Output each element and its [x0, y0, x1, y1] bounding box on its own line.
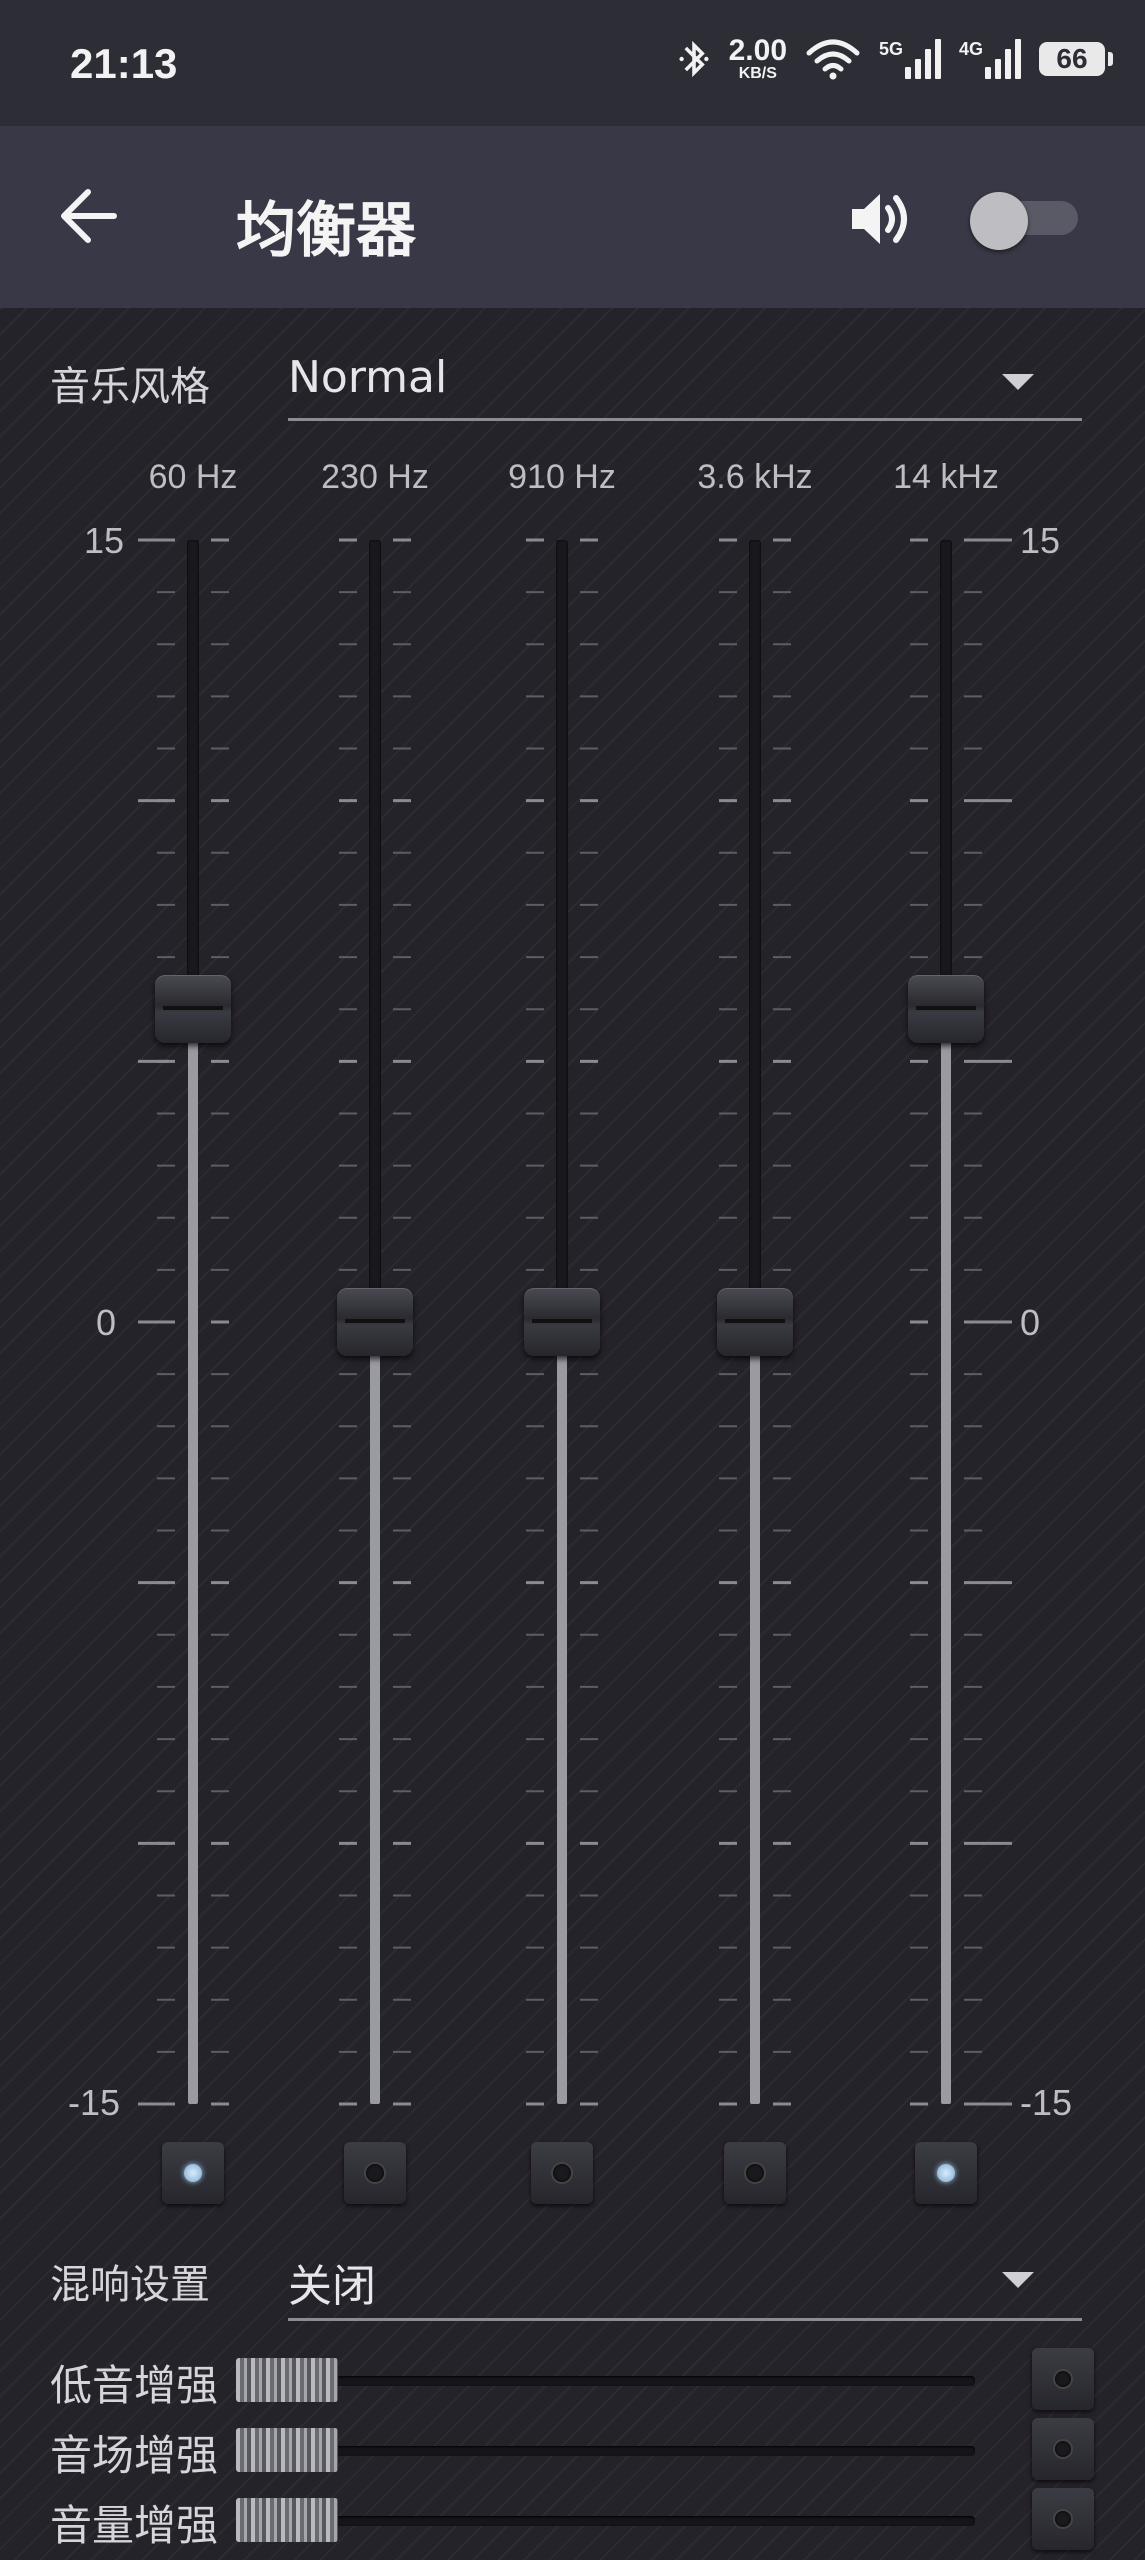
equalizer-enable-toggle[interactable] — [970, 192, 1078, 250]
signal-4g-icon: 4G — [959, 39, 1021, 79]
loudness-boost-track[interactable] — [240, 2516, 975, 2526]
reverb-dropdown[interactable]: 关闭 — [288, 2250, 1082, 2321]
led-indicator — [746, 2164, 764, 2182]
band-slider-track-lower[interactable] — [557, 1322, 567, 2104]
page-title: 均衡器 — [236, 196, 416, 266]
scale-min-left: -15 — [68, 2082, 121, 2123]
band-freq-label: 910 Hz — [508, 458, 616, 496]
bass-boost-track[interactable] — [240, 2376, 975, 2386]
toggle-thumb — [970, 192, 1028, 250]
signal-4g-label: 4G — [959, 39, 984, 59]
status-icons: 2.00 KB/S 5G 4G 66 — [677, 36, 1113, 82]
status-time: 21:13 — [70, 40, 178, 87]
virtualizer-track[interactable] — [240, 2446, 975, 2456]
led-indicator — [553, 2164, 571, 2182]
preset-dropdown[interactable]: Normal — [288, 352, 1082, 421]
band-lock-button[interactable] — [344, 2142, 406, 2204]
band-freq-label: 3.6 kHz — [697, 458, 813, 496]
bass-boost-row: 低音增强 — [0, 2348, 1145, 2410]
back-arrow-icon[interactable] — [52, 176, 132, 256]
chevron-down-icon — [1002, 2272, 1034, 2288]
virtualizer-row: 音场增强 — [0, 2418, 1145, 2480]
network-speed-unit: KB/S — [738, 65, 777, 82]
status-bar: 21:13 2.00 KB/S 5G 4G 66 — [0, 0, 1145, 126]
led-indicator — [1055, 2371, 1071, 2387]
app-bar: 均衡器 — [0, 126, 1145, 308]
led-indicator — [937, 2164, 955, 2182]
band-slider-track-lower[interactable] — [188, 1009, 198, 2104]
band-slider-track-lower[interactable] — [941, 1009, 951, 2104]
loudness-boost-label: 音量增强 — [50, 2501, 219, 2550]
band-lock-button[interactable] — [915, 2142, 977, 2204]
battery-icon: 66 — [1039, 42, 1113, 76]
chevron-down-icon — [1002, 374, 1034, 390]
network-speed: 2.00 KB/S — [729, 36, 787, 82]
virtualizer-knob[interactable] — [236, 2428, 338, 2472]
led-indicator — [184, 2164, 202, 2182]
band-slider-knob[interactable] — [524, 1288, 600, 1356]
band-freq-label: 60 Hz — [148, 458, 238, 496]
reverb-value: 关闭 — [288, 2261, 376, 2312]
scale-ticks — [138, 538, 1012, 2106]
band-lock-button[interactable] — [162, 2142, 224, 2204]
volume-icon[interactable] — [846, 184, 916, 254]
wifi-icon — [806, 39, 860, 80]
loudness-boost-knob[interactable] — [236, 2498, 338, 2542]
band-freq-label: 230 Hz — [321, 458, 429, 496]
band-lock-button[interactable] — [531, 2142, 593, 2204]
scale-mid-right: 0 — [1020, 1302, 1041, 1343]
bass-boost-button[interactable] — [1032, 2348, 1094, 2410]
reverb-label: 混响设置 — [50, 2262, 210, 2308]
virtualizer-button[interactable] — [1032, 2418, 1094, 2480]
network-speed-value: 2.00 — [728, 34, 787, 67]
band-slider-track-upper[interactable] — [749, 540, 761, 1322]
band-slider-track-lower[interactable] — [370, 1322, 380, 2104]
virtualizer-label: 音场增强 — [50, 2431, 219, 2480]
signal-5g-label: 5G — [879, 39, 904, 59]
preset-value: Normal — [288, 352, 448, 403]
band-slider-track-upper[interactable] — [940, 540, 952, 1010]
bass-boost-knob[interactable] — [236, 2358, 338, 2402]
band-slider-knob[interactable] — [155, 975, 231, 1044]
band-slider-track-upper[interactable] — [369, 540, 381, 1322]
band-slider-track-upper[interactable] — [187, 540, 199, 1010]
scale-min-right: -15 — [1020, 2082, 1073, 2123]
band-slider-knob[interactable] — [908, 975, 984, 1044]
band-freq-label: 14 kHz — [893, 458, 999, 496]
led-indicator — [366, 2164, 384, 2182]
scale-mid-left: 0 — [96, 1302, 117, 1343]
band-slider-knob[interactable] — [717, 1288, 793, 1356]
bluetooth-icon — [679, 40, 709, 78]
loudness-boost-button[interactable] — [1032, 2488, 1094, 2550]
band-slider-knob[interactable] — [337, 1288, 413, 1356]
band-lock-button[interactable] — [724, 2142, 786, 2204]
signal-5g-icon: 5G — [879, 39, 941, 79]
preset-label: 音乐风格 — [50, 364, 210, 410]
band-slider-track-upper[interactable] — [556, 540, 568, 1322]
battery-level: 66 — [1056, 43, 1088, 74]
band-slider-track-lower[interactable] — [750, 1322, 760, 2104]
led-indicator — [1055, 2441, 1071, 2457]
led-indicator — [1055, 2511, 1071, 2527]
loudness-boost-row: 音量增强 — [0, 2488, 1145, 2550]
equalizer-panel: 音乐风格 Normal 60 Hz 230 Hz 910 Hz 3.6 kHz … — [0, 308, 1145, 2560]
bass-boost-label: 低音增强 — [50, 2361, 219, 2410]
scale-max-left: 15 — [84, 520, 125, 561]
scale-max-right: 15 — [1020, 520, 1061, 561]
